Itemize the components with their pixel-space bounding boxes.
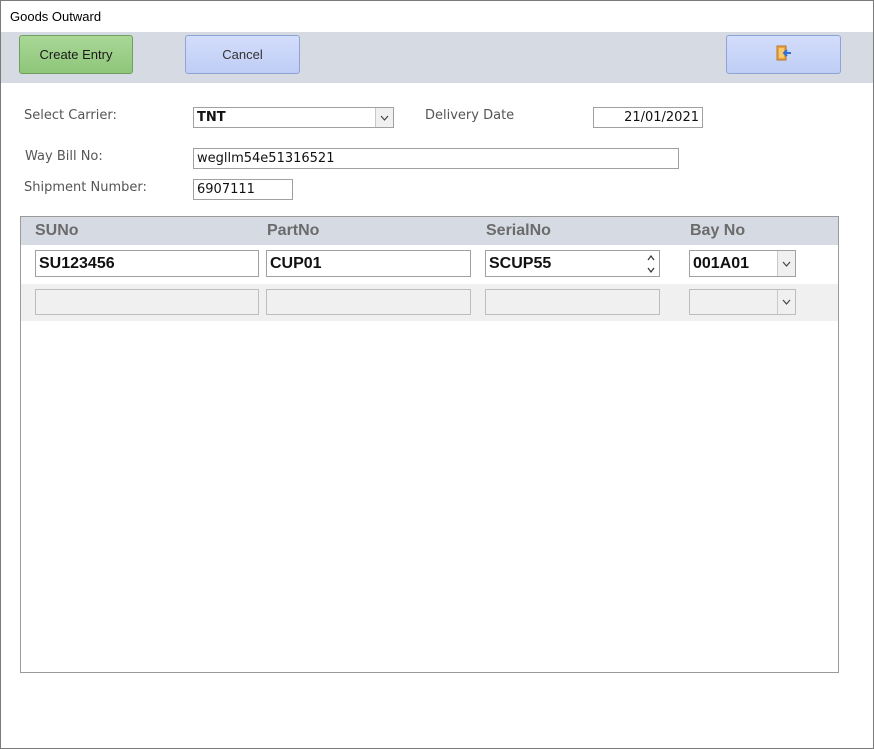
waybill-label: Way Bill No: <box>25 149 103 164</box>
toolbar: Create Entry Cancel <box>1 32 873 83</box>
column-header-suno: SUNo <box>35 222 79 239</box>
grid-header: SUNo PartNo SerialNo Bay No <box>21 217 838 245</box>
serialno-value: SCUP55 <box>489 255 552 272</box>
exit-button[interactable] <box>726 35 841 74</box>
waybill-field[interactable]: wegllm54e51316521 <box>193 148 679 169</box>
serialno-cell[interactable]: SCUP55 <box>485 250 660 277</box>
carrier-select[interactable]: TNT <box>193 107 394 128</box>
create-entry-button[interactable]: Create Entry <box>19 35 133 74</box>
chevron-down-icon[interactable] <box>375 108 393 127</box>
new-partno-cell[interactable] <box>266 289 471 315</box>
new-record-row <box>21 284 838 321</box>
delivery-date-label: Delivery Date <box>425 108 515 123</box>
goods-grid: SUNo PartNo SerialNo Bay No SU123456 CUP… <box>20 216 839 673</box>
new-serialno-cell[interactable] <box>485 289 660 315</box>
cancel-button[interactable]: Cancel <box>185 35 300 74</box>
window-title: Goods Outward <box>10 9 102 24</box>
new-bayno-select[interactable] <box>689 289 796 315</box>
bayno-value: 001A01 <box>693 255 750 272</box>
goods-outward-window: Goods Outward Create Entry Cancel Select… <box>0 0 874 749</box>
shipment-label: Shipment Number: <box>24 180 147 195</box>
partno-cell[interactable]: CUP01 <box>266 250 471 277</box>
new-suno-cell[interactable] <box>35 289 259 315</box>
carrier-value: TNT <box>197 110 226 125</box>
spinner-icon[interactable] <box>645 253 657 275</box>
exit-door-icon <box>775 45 793 64</box>
column-header-partno: PartNo <box>267 222 320 239</box>
carrier-label: Select Carrier: <box>24 108 117 123</box>
chevron-down-icon[interactable] <box>777 290 795 314</box>
column-header-serialno: SerialNo <box>486 222 551 239</box>
delivery-date-field[interactable]: 21/01/2021 <box>593 107 703 128</box>
suno-cell[interactable]: SU123456 <box>35 250 259 277</box>
bayno-select[interactable]: 001A01 <box>689 250 796 277</box>
shipment-field[interactable]: 6907111 <box>193 179 293 200</box>
column-header-bayno: Bay No <box>690 222 746 239</box>
chevron-down-icon[interactable] <box>777 251 795 276</box>
